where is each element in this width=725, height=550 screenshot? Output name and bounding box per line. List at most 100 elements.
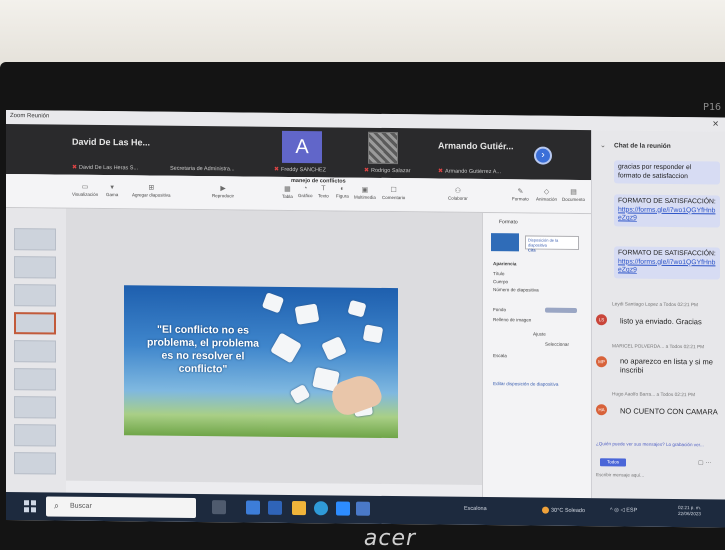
ribbon-chart-button[interactable]: ◔ Gráfico — [298, 185, 313, 198]
slide-thumbnail[interactable] — [14, 368, 56, 391]
clock[interactable]: 02:21 p. m. 22/06/2023 — [678, 505, 701, 517]
participant-display-name: Armando Gutiér... — [438, 140, 514, 152]
folder-icon[interactable] — [292, 500, 306, 516]
ribbon-media-button[interactable]: ▣ Multimedia — [354, 186, 376, 200]
table-icon: ▦ — [284, 185, 291, 193]
slide-thumbnail[interactable] — [14, 340, 56, 363]
view-icon: ▭ — [81, 183, 89, 191]
app-icon[interactable] — [268, 500, 282, 515]
slide-thumbnail[interactable] — [14, 452, 56, 475]
slide-thumbnail[interactable] — [14, 284, 56, 307]
avatar-photo — [368, 131, 398, 165]
chat-message-input[interactable] — [596, 470, 722, 481]
slide-thumbnail[interactable] — [14, 256, 56, 279]
puzzle-piece — [347, 299, 367, 318]
ribbon-add-slide-button[interactable]: ⊞ Agregar diapositiva — [132, 183, 171, 197]
participant-tile[interactable]: A ✖ Freddy SANCHEZ — [268, 130, 358, 174]
chat-tools: ▢ ⋯ — [698, 459, 711, 466]
taskbar-search[interactable]: ⌕ Buscar — [46, 496, 196, 518]
message-body: listo ya enviado. Gracias — [620, 316, 702, 327]
media-icon: ▣ — [361, 186, 369, 194]
chevron-up-icon: ^ — [610, 507, 613, 514]
ribbon-zoom-button[interactable]: ▾ Gama — [106, 183, 118, 197]
ribbon-view-button[interactable]: ▭ Visualización — [72, 183, 98, 197]
add-slide-icon: ⊞ — [148, 184, 155, 192]
slide-thumbnail[interactable] — [14, 396, 56, 419]
task-view-icon[interactable] — [212, 500, 226, 515]
more-icon[interactable]: ⋯ — [705, 460, 711, 466]
windows-start-icon[interactable] — [24, 500, 36, 513]
animate-icon: ◇ — [543, 188, 550, 196]
ribbon-toolbar: manejo de conflictos ▭ Visualización ▾ Gam… — [6, 174, 591, 215]
form-link[interactable]: https://forms.gle/i7wo1QGYfHnbeZqz9 — [618, 258, 715, 274]
system-tray[interactable]: ^ ◎ ◁ ESP — [610, 507, 637, 513]
ribbon-animate-button[interactable]: ◇ Animación — [536, 188, 557, 202]
weather-widget[interactable]: 30°C Soleado — [542, 506, 585, 514]
layout-thumbnail[interactable] — [491, 233, 519, 252]
participant-label: Rodrigo Salazar — [371, 167, 411, 175]
avatar: MP — [596, 356, 607, 368]
slide-navigator — [6, 208, 66, 493]
shape-icon: ◐ — [340, 185, 345, 193]
chat-title: Chat de la reunión — [614, 142, 671, 150]
participant-tile[interactable]: Secretaria de Administra... — [164, 130, 264, 173]
ribbon-comment-button[interactable]: ☐ Comentario — [382, 186, 405, 200]
app-icon[interactable] — [356, 501, 370, 516]
participant-tile[interactable]: Armando Gutiér... ✖ Armando Gutiérrez A..… — [432, 132, 532, 176]
slide-thumbnail[interactable] — [14, 228, 56, 251]
slide-thumbnail-selected[interactable] — [14, 312, 56, 335]
model-label: P16 — [702, 102, 721, 113]
ribbon-document-button[interactable]: ▤ Documento — [562, 188, 585, 202]
current-slide: "El conflicto no es problema, el problem… — [124, 285, 398, 439]
language-indicator: ESP — [626, 507, 638, 514]
chevron-right-icon: › — [541, 149, 545, 161]
message-body: NO CUENTO CON CAMARA — [620, 406, 718, 417]
body-checkbox[interactable]: Cuerpo — [493, 279, 508, 284]
window-title: Zoom Reunión — [10, 113, 50, 120]
form-link[interactable]: https://forms.gle/i7wo1QGYfHnbeZqz9 — [618, 206, 715, 222]
image-fill-label: Relleno de imagen — [493, 317, 532, 323]
window-close-icon[interactable]: ✕ — [712, 119, 719, 128]
ribbon-collaborate-button[interactable]: ⚇ Colaborar — [448, 187, 468, 201]
puzzle-piece — [261, 292, 285, 314]
select-image-button[interactable]: Seleccionar — [545, 342, 569, 347]
edge-icon[interactable] — [314, 501, 328, 516]
avatar: HA — [596, 404, 607, 416]
avatar: A — [282, 130, 322, 164]
sun-icon — [542, 506, 549, 514]
zoom-icon[interactable] — [336, 501, 350, 516]
title-checkbox[interactable]: Título — [493, 271, 505, 276]
file-icon[interactable]: ▢ — [698, 460, 704, 466]
mic-muted-icon: ✖ — [364, 167, 370, 174]
puzzle-piece — [289, 384, 311, 405]
puzzle-piece — [321, 336, 347, 361]
desktop-label[interactable]: Escalona — [464, 506, 487, 512]
collaborate-icon: ⚇ — [454, 187, 462, 195]
search-placeholder: Buscar — [70, 502, 92, 510]
ribbon-shape-button[interactable]: ◐ Figura — [336, 185, 349, 199]
participant-label: Freddy SANCHEZ — [281, 166, 326, 174]
format-pane: Formato Disposición de la diapositiva Cit… — [482, 212, 591, 499]
next-participants-button[interactable]: › — [534, 146, 552, 165]
mic-muted-icon: ✖ — [438, 168, 444, 175]
participant-tile[interactable]: ✖ Rodrigo Salazar — [358, 131, 438, 175]
ribbon-format-button[interactable]: ✎ Formato — [512, 187, 529, 201]
message-body: no aparezco en lista y si me inscribi — [620, 356, 713, 375]
recipient-dropdown[interactable]: Todos — [600, 458, 626, 467]
message-meta: Leydi Santiago Lopez a Todos 02:21 PM — [612, 302, 699, 309]
comment-icon: ☐ — [390, 187, 397, 195]
slide-number-checkbox[interactable]: Número de diapositiva — [493, 287, 539, 292]
layout-select[interactable]: Disposición de la diapositiva Cita — [525, 235, 579, 253]
ribbon-table-button[interactable]: ▦ Tabla — [282, 185, 293, 199]
document-title: manejo de conflictos — [291, 177, 346, 185]
slide-thumbnail[interactable] — [14, 424, 56, 447]
text-icon: T — [321, 185, 326, 193]
mail-icon[interactable] — [246, 500, 260, 515]
background-color-well[interactable] — [545, 307, 577, 313]
ribbon-text-button[interactable]: T Texto — [318, 185, 329, 198]
chevron-down-icon[interactable]: ⌄ — [600, 141, 606, 149]
chat-privacy-hint[interactable]: ¿Quién puede ver sus mensajes? Lo grabac… — [596, 441, 704, 447]
edit-layout-button[interactable]: Editar disposición de diapositiva — [493, 381, 558, 387]
ribbon-play-button[interactable]: ▶ Reproducir — [212, 184, 234, 198]
mic-muted-icon: ✖ — [274, 166, 280, 173]
